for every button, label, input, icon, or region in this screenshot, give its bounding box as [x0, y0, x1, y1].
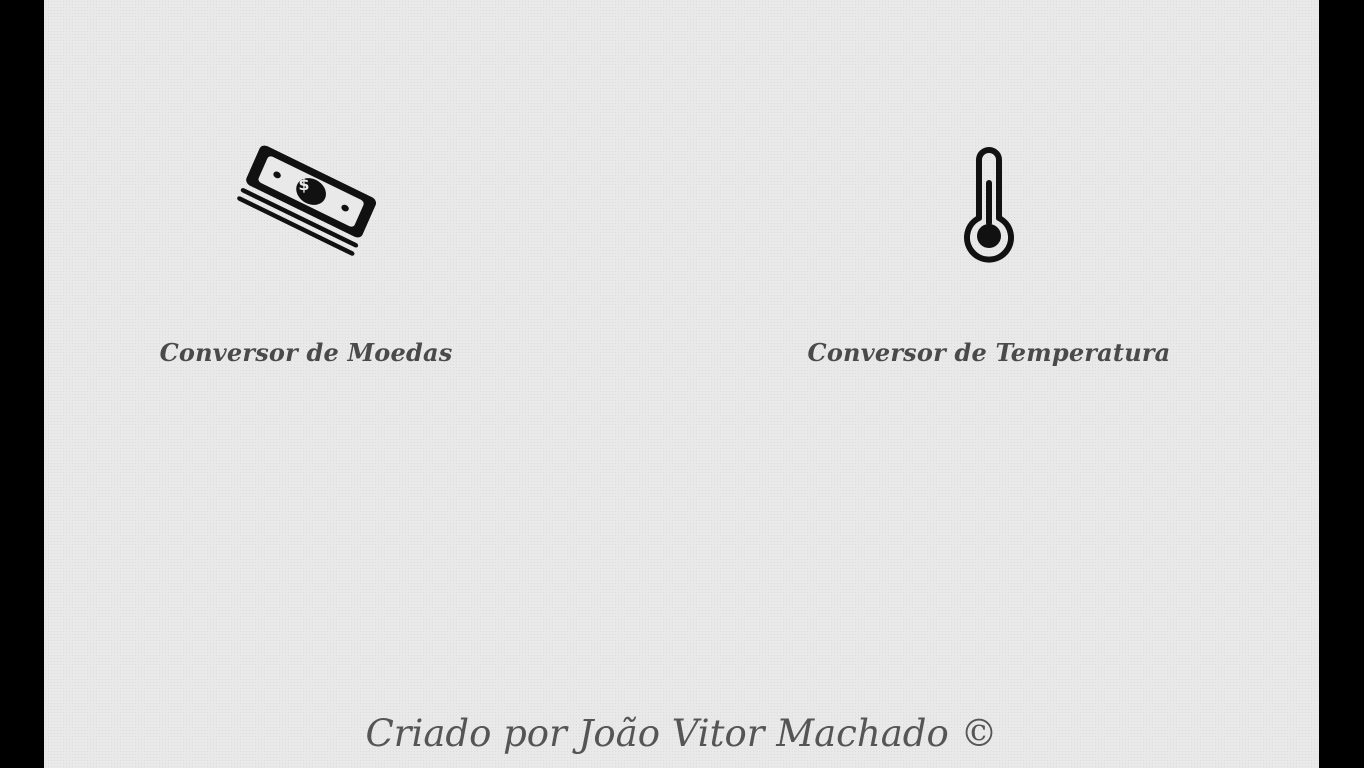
footer-credits: Criado por João Vitor Machado © — [365, 712, 998, 755]
temperature-converter-label[interactable]: Conversor de Temperatura — [808, 338, 1171, 367]
currency-converter-label[interactable]: Conversor de Moedas — [160, 338, 453, 367]
temperature-converter-card[interactable]: Conversor de Temperatura — [799, 140, 1179, 367]
svg-text:$: $ — [298, 175, 309, 194]
money-stack-icon[interactable]: $ — [231, 140, 381, 266]
page-container: $ Conversor de Moedas Conversor de Tempe… — [44, 0, 1319, 768]
currency-converter-card[interactable]: $ Conversor de Moedas — [156, 140, 456, 367]
thermometer-icon[interactable] — [954, 140, 1024, 266]
